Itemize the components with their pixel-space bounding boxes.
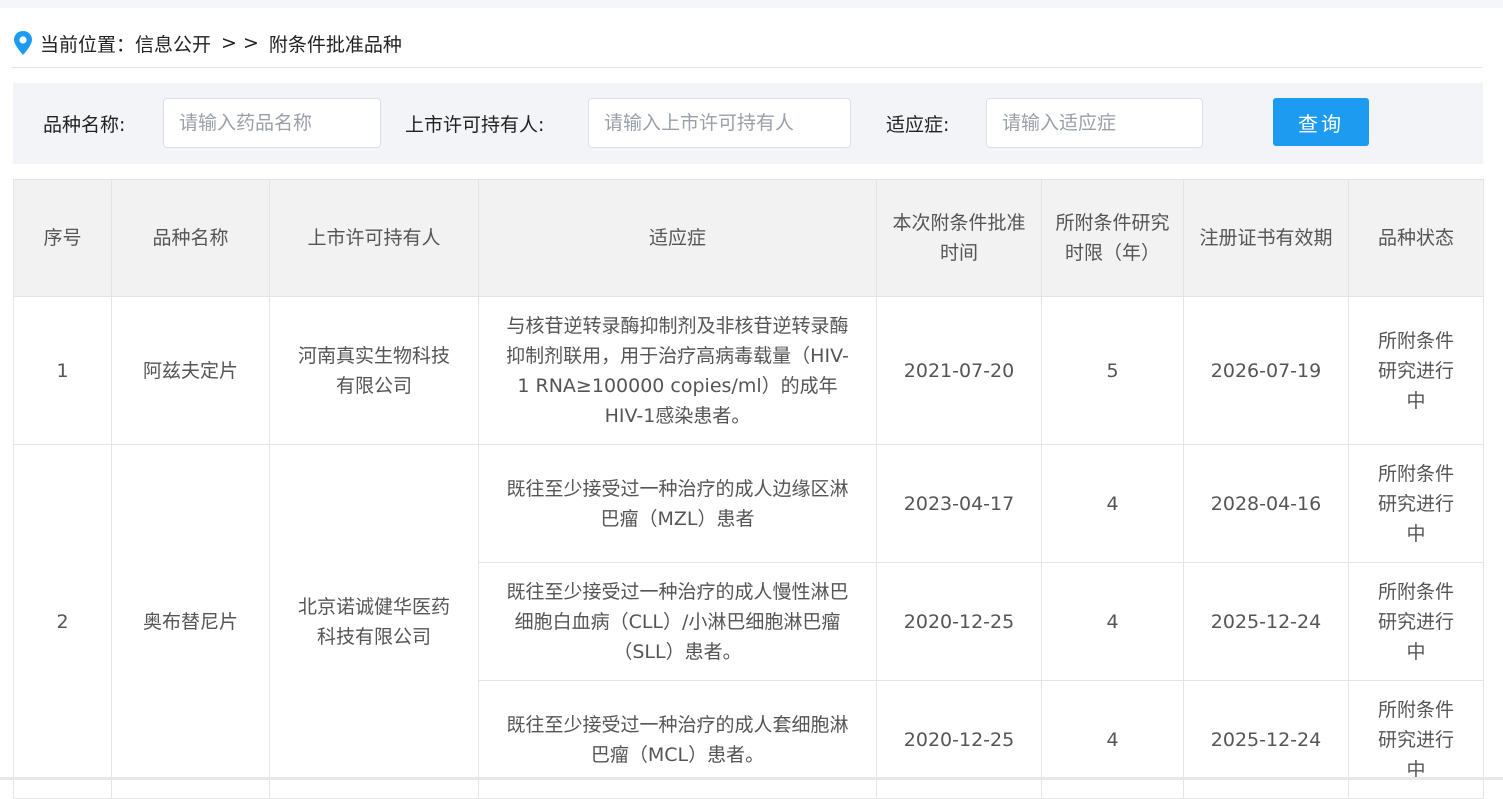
location-pin-icon	[14, 31, 32, 55]
cell-indication: 既往至少接受过一种治疗的成人慢性淋巴细胞白血病（CLL）/小淋巴细胞淋巴瘤（SL…	[478, 562, 877, 681]
breadcrumb: 当前位置： 信息公开 > > 附条件批准品种	[12, 28, 402, 58]
holder-input[interactable]	[588, 98, 851, 148]
cell-approval-date: 2023-04-17	[876, 444, 1042, 563]
indication-label: 适应症:	[886, 114, 950, 136]
query-button[interactable]: 查询	[1273, 98, 1369, 146]
cell-indication: 既往至少接受过一种治疗的成人边缘区淋巴瘤（MZL）患者	[478, 444, 877, 563]
cell-status: 所附条件研究进行中	[1348, 444, 1484, 563]
cell-no: 2	[13, 444, 112, 799]
drug-name-input[interactable]	[163, 98, 381, 148]
cell-research-limit: 4	[1041, 444, 1184, 563]
cell-validity: 2026-07-19	[1183, 296, 1349, 445]
cell-research-limit: 4	[1041, 562, 1184, 681]
table-header-row: 序号 品种名称 上市许可持有人 适应症 本次附条件批准时间 所附条件研究时限（年…	[13, 179, 1484, 297]
header-validity: 注册证书有效期	[1183, 179, 1349, 297]
breadcrumb-separator: > >	[221, 32, 259, 54]
cell-research-limit: 5	[1041, 296, 1184, 445]
name-label: 品种名称:	[43, 114, 126, 136]
cell-approval-date: 2020-12-25	[876, 680, 1042, 799]
breadcrumb-item-current: 附条件批准品种	[268, 33, 402, 56]
header-holder: 上市许可持有人	[269, 179, 479, 297]
table-row: 1 阿兹夫定片 河南真实生物科技有限公司 与核苷逆转录酶抑制剂及非核苷逆转录酶抑…	[13, 296, 1484, 445]
breadcrumb-item-info[interactable]: 信息公开	[135, 30, 211, 57]
header-status: 品种状态	[1348, 179, 1484, 297]
indication-input[interactable]	[986, 98, 1203, 148]
cell-research-limit: 4	[1041, 680, 1184, 799]
header-research-limit: 所附条件研究时限（年）	[1041, 179, 1184, 297]
cell-validity: 2025-12-24	[1183, 680, 1349, 799]
search-panel: 品种名称: 上市许可持有人: 适应症: 查询	[13, 83, 1483, 164]
cell-status: 所附条件研究进行中	[1348, 296, 1484, 445]
table-row: 2 奥布替尼片 北京诺诚健华医药科技有限公司 既往至少接受过一种治疗的成人边缘区…	[13, 444, 1484, 799]
cell-name: 奥布替尼片	[111, 444, 270, 799]
cell-approval-date: 2020-12-25	[876, 562, 1042, 681]
cell-holder: 河南真实生物科技有限公司	[269, 296, 479, 445]
cell-indication: 与核苷逆转录酶抑制剂及非核苷逆转录酶抑制剂联用，用于治疗高病毒载量（HIV-1 …	[478, 296, 877, 445]
breadcrumb-label: 当前位置：	[40, 33, 136, 56]
header-no: 序号	[13, 179, 112, 297]
cell-validity: 2028-04-16	[1183, 444, 1349, 563]
cell-no: 1	[13, 296, 112, 445]
top-strip	[0, 0, 1503, 8]
cell-indication: 既往至少接受过一种治疗的成人套细胞淋巴瘤（MCL）患者。	[478, 680, 877, 799]
holder-label: 上市许可持有人:	[405, 114, 545, 136]
drug-table: 序号 品种名称 上市许可持有人 适应症 本次附条件批准时间 所附条件研究时限（年…	[13, 179, 1484, 799]
cell-status: 所附条件研究进行中	[1348, 680, 1484, 799]
cell-validity: 2025-12-24	[1183, 562, 1349, 681]
cell-status: 所附条件研究进行中	[1348, 562, 1484, 681]
cell-holder: 北京诺诚健华医药科技有限公司	[269, 444, 479, 799]
header-indication: 适应症	[478, 179, 877, 297]
cell-name: 阿兹夫定片	[111, 296, 270, 445]
header-name: 品种名称	[111, 179, 270, 297]
cell-approval-date: 2021-07-20	[876, 296, 1042, 445]
breadcrumb-divider	[12, 67, 1482, 68]
header-approval-date: 本次附条件批准时间	[876, 179, 1042, 297]
